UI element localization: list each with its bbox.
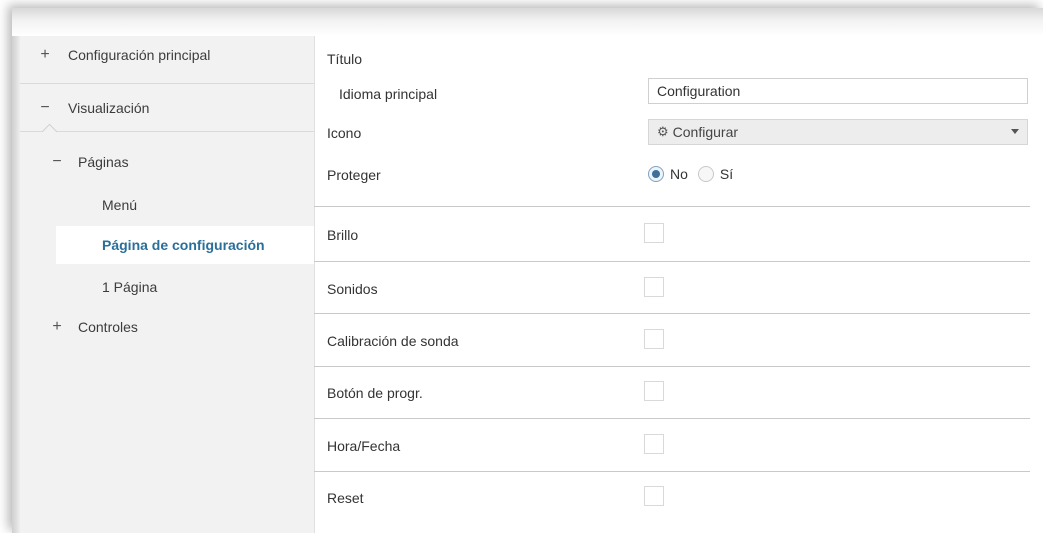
protect-radio-group: No Sí	[648, 164, 743, 184]
expand-plus-icon[interactable]: +	[48, 318, 66, 336]
brillo-checkbox[interactable]	[644, 223, 664, 243]
sidebar-item-label: Configuración principal	[68, 47, 211, 63]
chevron-down-icon	[1011, 129, 1019, 134]
divider	[314, 418, 1030, 419]
sidebar-item-menu[interactable]: Menú	[102, 189, 137, 221]
divider	[314, 471, 1030, 472]
brillo-label: Brillo	[327, 227, 359, 243]
language-label: Idioma principal	[339, 86, 438, 102]
divider	[314, 261, 1030, 262]
calibracion-label: Calibración de sonda	[327, 333, 459, 349]
sidebar-item-configuracion-principal[interactable]: + Configuración principal	[36, 39, 210, 71]
sidebar-divider	[20, 83, 314, 84]
sidebar-item-label: Controles	[78, 319, 138, 335]
radio-label-yes: Sí	[719, 166, 734, 182]
calibracion-checkbox[interactable]	[644, 329, 664, 349]
sidebar-item-label: 1 Página	[102, 279, 158, 295]
sonidos-checkbox[interactable]	[644, 277, 664, 297]
boton-progr-checkbox[interactable]	[644, 381, 664, 401]
window-left-edge	[12, 36, 20, 533]
boton-progr-label: Botón de progr.	[327, 385, 423, 401]
divider	[314, 313, 1030, 314]
language-input[interactable]	[648, 78, 1028, 104]
sidebar-item-controles[interactable]: + Controles	[48, 311, 138, 343]
hora-fecha-label: Hora/Fecha	[327, 438, 401, 454]
protect-label: Proteger	[327, 167, 381, 183]
sidebar-divider	[20, 131, 314, 132]
sidebar-item-paginas[interactable]: − Páginas	[48, 146, 129, 178]
gear-icon: ⚙	[657, 124, 669, 139]
divider	[314, 366, 1030, 367]
sidebar-item-pagina-configuracion[interactable]: Página de configuración	[56, 226, 314, 264]
sidebar-item-visualizacion[interactable]: − Visualización	[36, 92, 149, 124]
collapse-minus-icon[interactable]: −	[48, 153, 66, 171]
sidebar-item-1-pagina[interactable]: 1 Página	[102, 271, 157, 303]
sidebar-item-label: Páginas	[78, 154, 129, 170]
icon-select[interactable]: ⚙ Configurar	[648, 119, 1028, 145]
reset-checkbox[interactable]	[644, 486, 664, 506]
expand-plus-icon[interactable]: +	[36, 46, 54, 64]
divider	[314, 206, 1030, 207]
sonidos-label: Sonidos	[327, 281, 378, 297]
radio-label-no: No	[670, 166, 688, 182]
icon-label: Icono	[327, 125, 362, 141]
section-title: Título	[327, 51, 363, 67]
sidebar-item-label: Página de configuración	[102, 237, 265, 253]
reset-label: Reset	[327, 490, 364, 506]
protect-no-radio[interactable]	[648, 166, 664, 182]
collapse-minus-icon[interactable]: −	[36, 99, 54, 117]
sidebar-item-label: Menú	[102, 197, 138, 213]
hora-fecha-checkbox[interactable]	[644, 434, 664, 454]
sidebar-item-label: Visualización	[68, 100, 150, 116]
window-top-bar	[12, 8, 1043, 36]
protect-yes-radio[interactable]	[697, 166, 714, 182]
icon-select-value: Configurar	[672, 124, 739, 140]
